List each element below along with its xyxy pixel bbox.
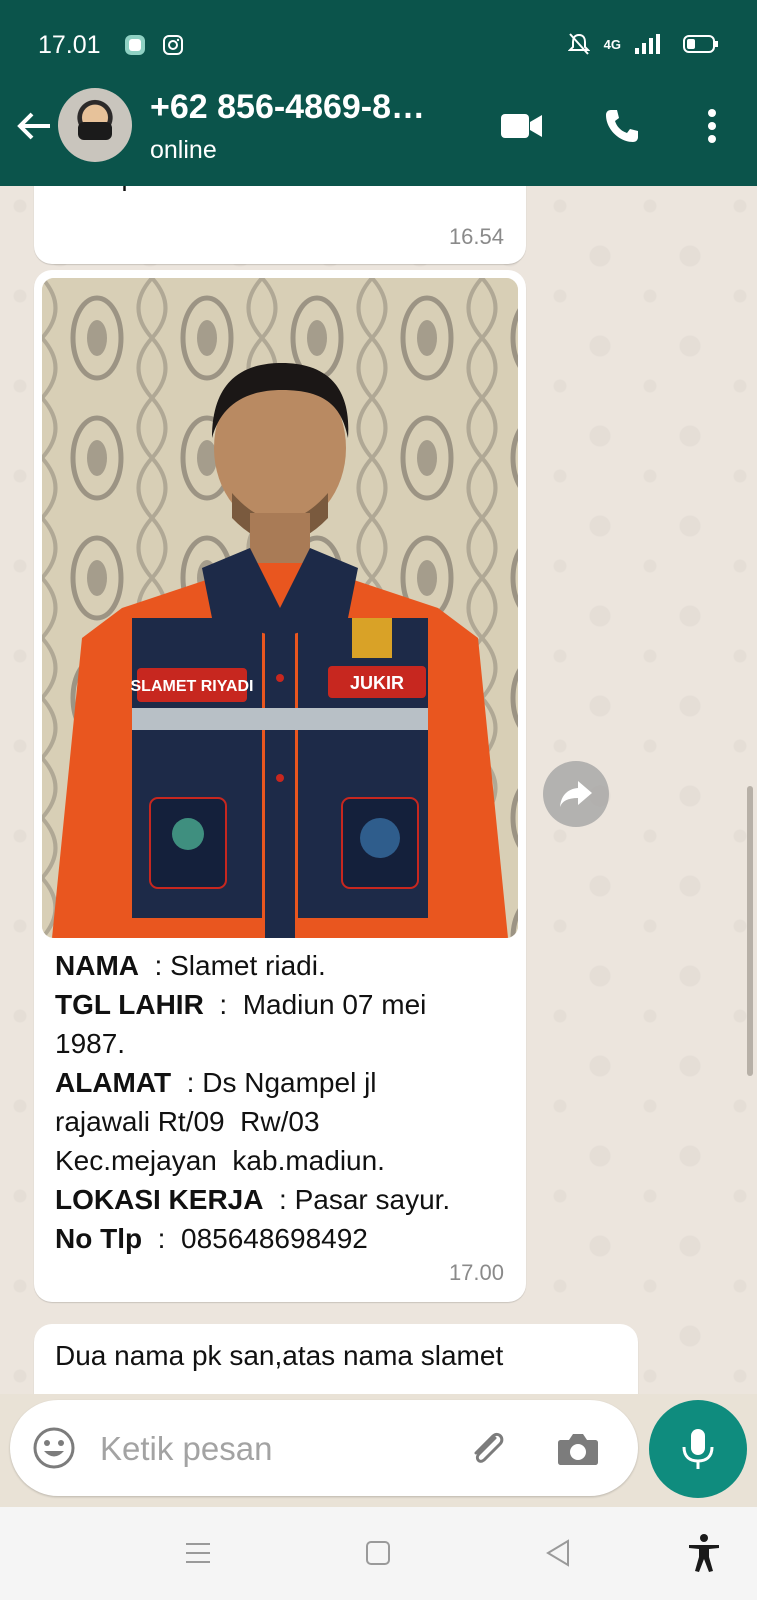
status-time: 17.01 <box>38 31 101 59</box>
instagram-icon <box>163 35 183 55</box>
message-input[interactable]: Ketik pesan <box>100 1430 272 1468</box>
voice-call-icon <box>606 110 638 142</box>
back-nav-button[interactable] <box>538 1533 578 1573</box>
camera-icon[interactable] <box>555 1426 601 1472</box>
home-square-icon <box>366 1541 390 1565</box>
caption-line: TGL LAHIR : Madiun 07 mei <box>55 989 427 1020</box>
caption-line: Kec.mejayan kab.madiun. <box>55 1145 385 1176</box>
forward-icon <box>560 781 592 807</box>
chat-header: +62 856-4869-8… online <box>0 66 757 186</box>
caption-line: LOKASI KERJA : Pasar sayur. <box>55 1184 451 1215</box>
scrollbar[interactable] <box>747 786 753 1076</box>
name-patch-label: SLAMET RIYADI <box>131 678 254 695</box>
forward-button[interactable] <box>543 761 609 827</box>
caption-line: No Tlp : 085648698492 <box>55 1223 368 1254</box>
chat-area[interactable]: No Tlp : 085235157693 16.54 <box>0 186 757 1394</box>
caption-line: NAMA : Slamet riadi. <box>55 950 326 981</box>
message-input-bar[interactable]: Ketik pesan <box>10 1400 638 1496</box>
more-options-button[interactable] <box>686 100 738 152</box>
caption-line: 1987. <box>55 1028 126 1059</box>
microphone-icon <box>682 1429 714 1469</box>
contact-name[interactable]: +62 856-4869-8… <box>150 88 460 127</box>
message-text: Dua nama pk san,atas nama slamet <box>55 1340 504 1371</box>
status-bar: 17.01 4G <box>0 0 757 66</box>
contact-status: online <box>150 136 217 164</box>
accessibility-button[interactable] <box>684 1533 724 1573</box>
voice-call-button[interactable] <box>596 100 648 152</box>
caption-line: ALAMAT : Ds Ngampel jl <box>55 1067 377 1098</box>
signal-icon <box>635 34 660 54</box>
more-icon <box>708 109 716 143</box>
status-icons: 4G <box>567 32 719 56</box>
chat-bubble-icon <box>125 35 145 55</box>
back-icon[interactable] <box>14 106 54 146</box>
back-triangle-icon <box>546 1539 569 1567</box>
mute-icon <box>567 33 590 55</box>
network-type: 4G <box>603 36 621 52</box>
caption-line: rajawali Rt/09 Rw/03 <box>55 1106 320 1137</box>
battery-icon <box>683 35 718 53</box>
emoji-icon[interactable] <box>32 1426 76 1470</box>
accessibility-icon <box>689 1534 719 1572</box>
recent-apps-button[interactable] <box>178 1533 218 1573</box>
message-time: 17.00 <box>448 1260 504 1285</box>
video-call-icon <box>501 114 542 138</box>
photo-message-bubble[interactable]: SLAMET RIYADI JUKIR NAMA : Slamet riadi.… <box>34 270 526 1302</box>
role-patch-label: JUKIR <box>350 673 404 693</box>
voice-message-button[interactable] <box>649 1400 747 1498</box>
attach-icon[interactable] <box>465 1426 511 1472</box>
video-call-button[interactable] <box>496 100 548 152</box>
message-text: No Tlp : 085235157693 <box>55 186 347 195</box>
home-button[interactable] <box>358 1533 398 1573</box>
message-bubble[interactable]: No Tlp : 085235157693 16.54 <box>34 186 526 264</box>
contact-avatar[interactable] <box>58 88 132 162</box>
menu-icon <box>186 1543 210 1563</box>
system-navigation-bar <box>0 1507 757 1600</box>
person-photo: SLAMET RIYADI JUKIR <box>42 278 518 938</box>
message-time: 16.54 <box>448 224 504 249</box>
message-photo[interactable]: SLAMET RIYADI JUKIR <box>42 278 518 938</box>
message-bubble[interactable]: Dua nama pk san,atas nama slamet <box>34 1324 638 1394</box>
message-caption: NAMA : Slamet riadi. TGL LAHIR : Madiun … <box>55 946 515 1258</box>
